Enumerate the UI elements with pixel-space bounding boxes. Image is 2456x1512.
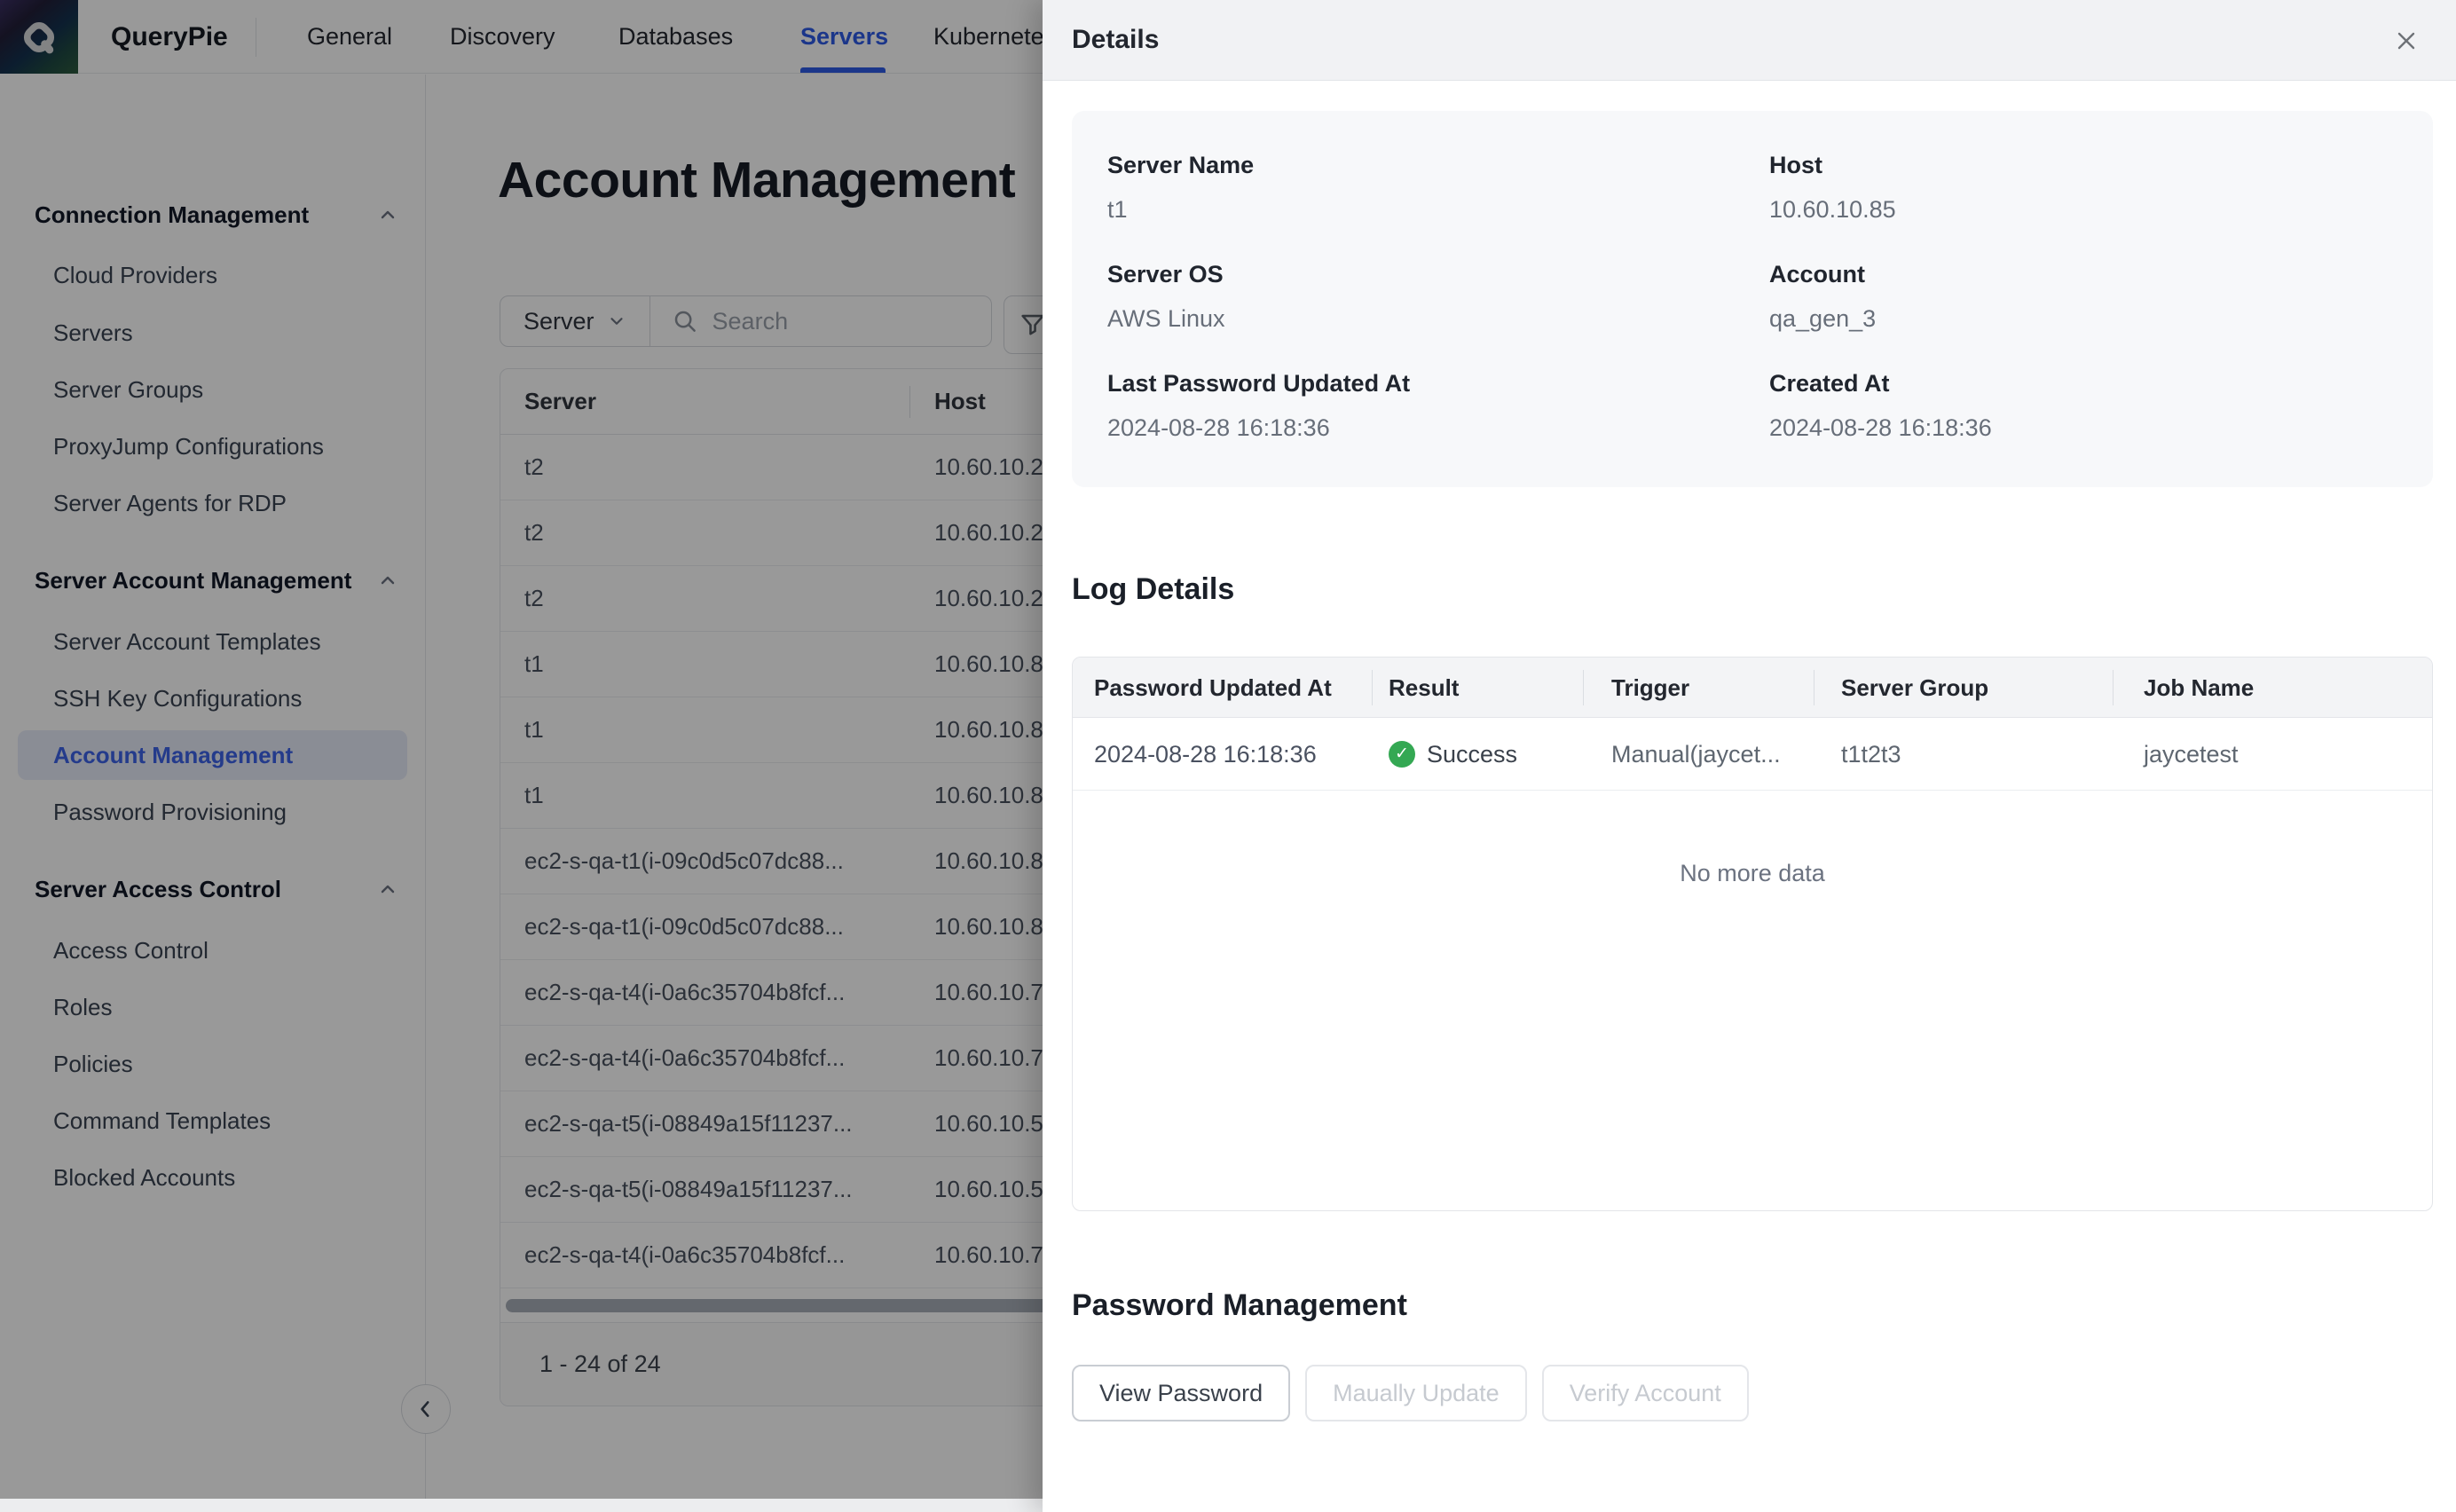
field-label: Account: [1769, 261, 2397, 288]
password-management-actions: View Password Maually Update Verify Acco…: [1072, 1365, 1749, 1421]
field-value: 2024-08-28 16:18:36: [1107, 414, 1769, 442]
field-label: Host: [1769, 152, 2397, 179]
field-account: Account qa_gen_3: [1769, 261, 2397, 333]
column-header-job-name[interactable]: Job Name: [2144, 658, 2254, 718]
field-created-at: Created At 2024-08-28 16:18:36: [1769, 370, 2397, 442]
success-check-icon: ✓: [1389, 741, 1415, 768]
log-table-header: Password Updated At Result Trigger Serve…: [1073, 658, 2432, 718]
app-root: QueryPie General Discovery Databases Ser…: [0, 0, 2456, 1512]
log-table-row[interactable]: 2024-08-28 16:18:36 ✓ Success Manual(jay…: [1073, 718, 2432, 791]
drawer-header: Details: [1043, 0, 2456, 81]
drawer-title: Details: [1072, 25, 1159, 55]
column-divider: [2113, 670, 2114, 705]
column-divider: [1372, 670, 1373, 705]
server-info-card: Server Name t1 Host 10.60.10.85 Server O…: [1072, 111, 2433, 487]
field-server-name: Server Name t1: [1107, 152, 1769, 224]
field-value: AWS Linux: [1107, 305, 1769, 333]
field-last-password-updated-at: Last Password Updated At 2024-08-28 16:1…: [1107, 370, 1769, 442]
details-drawer: Details Server Name t1 Host 10.60.10.85 …: [1043, 0, 2456, 1512]
close-button[interactable]: [2389, 23, 2424, 59]
field-label: Last Password Updated At: [1107, 370, 1769, 398]
no-more-data-text: No more data: [1073, 860, 2432, 887]
result-text: Success: [1427, 718, 1517, 791]
cell-server-group: t1t2t3: [1841, 718, 1901, 791]
cell-trigger: Manual(jaycet...: [1611, 718, 1781, 791]
field-value: 10.60.10.85: [1769, 196, 2397, 224]
field-label: Created At: [1769, 370, 2397, 398]
log-details-title: Log Details: [1072, 572, 1234, 607]
column-header-server-group[interactable]: Server Group: [1841, 658, 1988, 718]
log-details-table: Password Updated At Result Trigger Serve…: [1072, 657, 2433, 1211]
cell-job-name: jaycetest: [2144, 718, 2239, 791]
field-label: Server OS: [1107, 261, 1769, 288]
field-value: qa_gen_3: [1769, 305, 2397, 333]
manually-update-button[interactable]: Maually Update: [1305, 1365, 1527, 1421]
verify-account-button[interactable]: Verify Account: [1542, 1365, 1749, 1421]
field-value: t1: [1107, 196, 1769, 224]
field-server-os: Server OS AWS Linux: [1107, 261, 1769, 333]
column-header-result[interactable]: Result: [1389, 658, 1459, 718]
field-value: 2024-08-28 16:18:36: [1769, 414, 2397, 442]
field-label: Server Name: [1107, 152, 1769, 179]
view-password-button[interactable]: View Password: [1072, 1365, 1290, 1421]
close-icon: [2392, 27, 2421, 55]
cell-password-updated-at: 2024-08-28 16:18:36: [1094, 718, 1317, 791]
cell-result: ✓ Success: [1389, 718, 1517, 791]
field-host: Host 10.60.10.85: [1769, 152, 2397, 224]
column-header-password-updated-at[interactable]: Password Updated At: [1094, 658, 1332, 718]
password-management-title: Password Management: [1072, 1288, 1407, 1323]
column-header-trigger[interactable]: Trigger: [1611, 658, 1689, 718]
column-divider: [1583, 670, 1584, 705]
